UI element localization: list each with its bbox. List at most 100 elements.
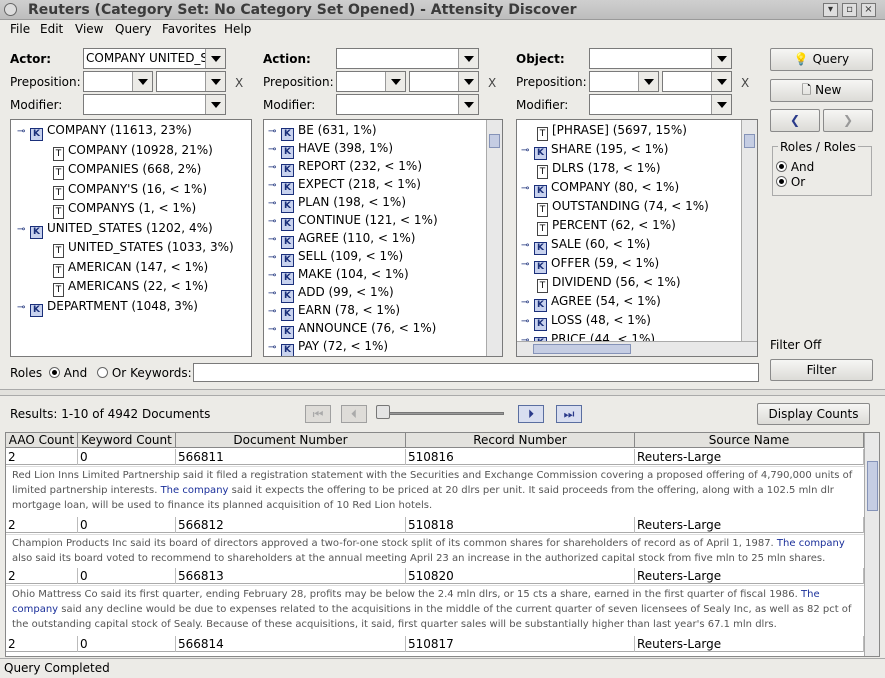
page-slider-thumb[interactable] xyxy=(376,405,390,419)
expand-toggle-icon[interactable]: ⊸ xyxy=(17,299,28,317)
chevron-down-icon[interactable] xyxy=(132,72,152,91)
chevron-down-icon[interactable] xyxy=(205,72,225,91)
action-tree-node[interactable]: ⊸ K AGREE (110, < 1%) xyxy=(268,229,415,249)
back-button[interactable]: ❮ xyxy=(770,109,820,132)
expand-toggle-icon[interactable]: ⊸ xyxy=(521,142,532,160)
actor-tree-node[interactable]: T COMPANIES (668, 2%) xyxy=(53,160,201,180)
table-row[interactable]: 2 0 566812 510818 Reuters-Large xyxy=(6,517,864,533)
action-tree-scrollbar-thumb[interactable] xyxy=(489,134,500,148)
expand-toggle-icon[interactable]: ⊸ xyxy=(268,339,279,356)
actor-tree-node[interactable]: T AMERICAN (147, < 1%) xyxy=(53,258,208,278)
object-tree-hscrollbar-thumb[interactable] xyxy=(533,344,631,354)
object-tree-hscrollbar[interactable] xyxy=(517,341,757,356)
results-scrollbar-thumb[interactable] xyxy=(867,461,878,511)
expand-toggle-icon[interactable]: ⊸ xyxy=(521,256,532,274)
object-tree-scrollbar[interactable] xyxy=(741,120,757,341)
menu-view[interactable]: View xyxy=(75,22,103,36)
expand-toggle-icon[interactable]: ⊸ xyxy=(521,313,532,331)
actor-tree-node[interactable]: ⊸ K UNITED_STATES (1202, 4%) xyxy=(17,219,213,239)
chevron-down-icon[interactable] xyxy=(385,72,405,91)
object-preposition-combo-2[interactable] xyxy=(662,71,732,92)
object-tree-scrollbar-thumb[interactable] xyxy=(744,134,755,148)
object-tree-node[interactable]: ⊸ K OFFER (59, < 1%) xyxy=(521,254,659,274)
actor-tree[interactable]: ⊸ K COMPANY (11613, 23%) T COMPANY (10928, 2… xyxy=(10,119,252,357)
new-button[interactable]: 🗋 New xyxy=(770,79,873,102)
action-tree-node[interactable]: ⊸ K MAKE (104, < 1%) xyxy=(268,265,409,285)
chevron-down-icon[interactable] xyxy=(638,72,658,91)
action-tree-node[interactable]: ⊸ K CONTINUE (121, < 1%) xyxy=(268,211,438,231)
object-tree-node[interactable]: ⊸ K SHARE (195, < 1%) xyxy=(521,140,668,160)
action-clear-button[interactable]: X xyxy=(488,76,496,90)
keywords-input[interactable] xyxy=(193,363,759,382)
chevron-down-icon[interactable] xyxy=(711,49,731,68)
object-tree-node[interactable]: T [PHRASE] (5697, 15%) xyxy=(537,121,687,141)
menu-file[interactable]: File xyxy=(10,22,30,36)
action-preposition-combo[interactable] xyxy=(336,71,406,92)
menu-query[interactable]: Query xyxy=(115,22,151,36)
actor-tree-node[interactable]: T AMERICANS (22, < 1%) xyxy=(53,277,208,297)
chevron-down-icon[interactable] xyxy=(458,72,478,91)
expand-toggle-icon[interactable]: ⊸ xyxy=(17,123,28,141)
object-tree-node[interactable]: ⊸ K AGREE (54, < 1%) xyxy=(521,292,661,312)
object-modifier-combo[interactable] xyxy=(589,94,732,115)
actor-tree-node[interactable]: T COMPANY'S (16, < 1%) xyxy=(53,180,207,200)
results-table[interactable]: AAO Count Keyword Count Document Number … xyxy=(5,432,880,657)
col-document-number[interactable]: Document Number xyxy=(176,433,406,448)
page-slider[interactable] xyxy=(378,412,504,415)
object-tree-node[interactable]: ⊸ K COMPANY (80, < 1%) xyxy=(521,178,679,198)
object-clear-button[interactable]: X xyxy=(741,76,749,90)
action-tree-node[interactable]: ⊸ K EXPECT (218, < 1%) xyxy=(268,175,421,195)
table-row[interactable]: 2 0 566814 510817 Reuters-Large xyxy=(6,636,864,652)
col-aao-count[interactable]: AAO Count xyxy=(6,433,78,448)
chevron-down-icon[interactable] xyxy=(458,95,478,114)
roles-row-and-radio[interactable] xyxy=(48,367,60,378)
action-tree-node[interactable]: ⊸ K REPORT (232, < 1%) xyxy=(268,157,422,177)
actor-tree-node[interactable]: ⊸ K DEPARTMENT (1048, 3%) xyxy=(17,297,198,317)
roles-and-radio[interactable]: And xyxy=(776,160,814,174)
first-page-button[interactable]: ⏮ xyxy=(305,405,331,423)
display-counts-button[interactable]: Display Counts xyxy=(757,403,870,425)
menu-edit[interactable]: Edit xyxy=(40,22,63,36)
action-combo[interactable] xyxy=(336,48,479,69)
col-keyword-count[interactable]: Keyword Count xyxy=(78,433,176,448)
window-menu-icon[interactable] xyxy=(4,3,17,16)
last-page-button[interactable]: ⏭ xyxy=(556,405,582,423)
forward-button[interactable]: ❯ xyxy=(823,109,873,132)
action-tree-scrollbar[interactable] xyxy=(486,120,502,356)
object-tree-node[interactable]: T PERCENT (62, < 1%) xyxy=(537,216,676,236)
expand-toggle-icon[interactable]: ⊸ xyxy=(521,180,532,198)
menu-help[interactable]: Help xyxy=(224,22,251,36)
object-tree-node[interactable]: T DIVIDEND (56, < 1%) xyxy=(537,273,681,293)
actor-modifier-combo[interactable] xyxy=(83,94,226,115)
chevron-down-icon[interactable] xyxy=(711,72,731,91)
roles-or-radio[interactable]: Or xyxy=(776,175,805,189)
object-tree-node[interactable]: ⊸ K SALE (60, < 1%) xyxy=(521,235,650,255)
actor-tree-node[interactable]: T UNITED_STATES (1033, 3%) xyxy=(53,238,234,258)
col-record-number[interactable]: Record Number xyxy=(406,433,635,448)
object-preposition-combo[interactable] xyxy=(589,71,659,92)
action-tree-node[interactable]: ⊸ K ANNOUNCE (76, < 1%) xyxy=(268,319,436,339)
expand-toggle-icon[interactable]: ⊸ xyxy=(17,221,28,239)
object-tree-node[interactable]: ⊸ K LOSS (48, < 1%) xyxy=(521,311,651,331)
action-tree-node[interactable]: ⊸ K HAVE (398, 1%) xyxy=(268,139,393,159)
menu-favorites[interactable]: Favorites xyxy=(162,22,216,36)
object-tree[interactable]: T [PHRASE] (5697, 15%) ⊸ K SHARE (195, < 1%)… xyxy=(516,119,758,357)
action-tree-node[interactable]: ⊸ K EARN (78, < 1%) xyxy=(268,301,400,321)
splitter[interactable] xyxy=(0,389,885,396)
expand-toggle-icon[interactable]: ⊸ xyxy=(521,237,532,255)
actor-clear-button[interactable]: X xyxy=(235,76,243,90)
object-tree-node[interactable]: T DLRS (178, < 1%) xyxy=(537,159,661,179)
action-preposition-combo-2[interactable] xyxy=(409,71,479,92)
next-page-button[interactable]: ⏵ xyxy=(518,405,544,423)
action-tree-node[interactable]: ⊸ K SELL (109, < 1%) xyxy=(268,247,403,267)
chevron-down-icon[interactable] xyxy=(205,49,225,68)
action-tree[interactable]: ⊸ K BE (631, 1%) ⊸ K HAVE (398, 1%) ⊸ K REPORT (… xyxy=(263,119,503,357)
col-source-name[interactable]: Source Name xyxy=(635,433,864,448)
actor-preposition-combo[interactable] xyxy=(83,71,153,92)
filter-button[interactable]: Filter xyxy=(770,359,873,381)
prev-page-button[interactable]: ⏴ xyxy=(341,405,367,423)
action-tree-node[interactable]: ⊸ K PAY (72, < 1%) xyxy=(268,337,388,356)
action-tree-node[interactable]: ⊸ K BE (631, 1%) xyxy=(268,121,377,141)
expand-toggle-icon[interactable]: ⊸ xyxy=(521,294,532,312)
chevron-down-icon[interactable] xyxy=(205,95,225,114)
